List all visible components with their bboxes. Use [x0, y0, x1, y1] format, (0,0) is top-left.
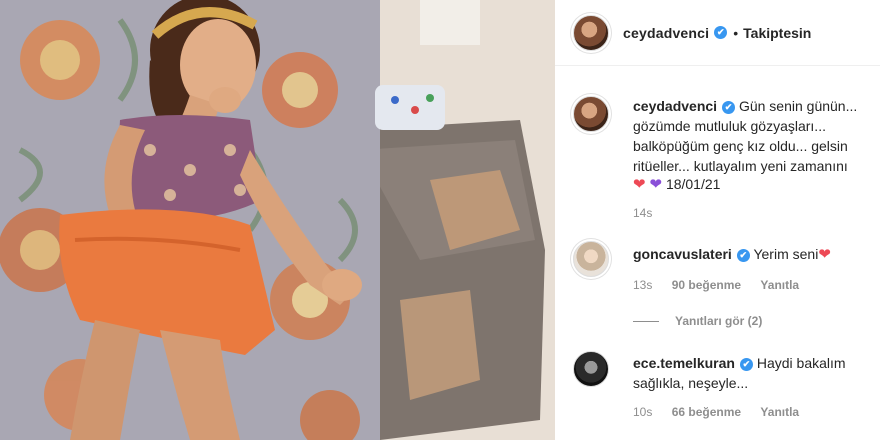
caption-date: 18/01/21 [665, 176, 721, 192]
comment-ece-temelkuran: ece.temelkuran ✔ Haydi bakalım sağlıkla, … [573, 351, 880, 431]
comment-likes[interactable]: 66 beğenme [672, 405, 741, 419]
post-photo-illustration [0, 0, 555, 440]
caption-text-4: ritüeller... kutlayalım yeni zamanını [633, 158, 848, 174]
caption-line-1: ceydadvenci ✔ Gün senin günün... [633, 96, 880, 116]
commenter-avatar[interactable] [573, 241, 609, 277]
post-header: ceydadvenci ✔ • Takiptesin [555, 0, 880, 66]
comment-time[interactable]: 13s [633, 278, 652, 292]
comment-body-2: sağlıkla, neşeyle... [633, 375, 749, 391]
separator-dot: • [733, 24, 739, 41]
view-replies-label[interactable]: Yanıtları gör (2) [675, 314, 762, 328]
reply-button[interactable]: Yanıtla [760, 278, 799, 292]
caption-meta: 14s [633, 206, 668, 220]
caption-text-2: gözümde mutluluk gözyaşları... [633, 118, 826, 134]
author-avatar[interactable] [573, 14, 609, 51]
comment-time[interactable]: 10s [633, 405, 652, 419]
verified-badge-icon: ✔ [736, 249, 750, 262]
caption-text-1: Gün senin günün... [738, 98, 858, 114]
caption-text-5: ❤ ❤ 18/01/21 [633, 174, 880, 195]
author-username[interactable]: ceydadvenci [623, 25, 709, 41]
post-sidebar: ceydadvenci ✔ • Takiptesin ceydadvenci ✔ … [555, 0, 880, 440]
replies-divider [633, 320, 659, 322]
caption-time[interactable]: 14s [633, 206, 652, 220]
view-replies-button[interactable]: Yanıtları gör (2) [633, 314, 762, 328]
caption-text-3: balköpüğüm genç kız oldu... gelsin [633, 138, 848, 154]
verified-badge-icon: ✔ [714, 26, 728, 39]
verified-badge-icon: ✔ [739, 358, 753, 371]
caption-author-avatar[interactable] [573, 96, 609, 132]
comment-meta: 10s 66 beğenme Yanıtla [633, 405, 815, 419]
caption-username[interactable]: ceydadvenci [633, 98, 717, 114]
commenter-username[interactable]: goncavuslateri [633, 246, 732, 262]
comment-text: goncavuslateri ✔ Yerim seni❤ [633, 244, 880, 265]
follow-status-button[interactable]: Takiptesin [743, 25, 811, 41]
red-heart-icon: ❤ [633, 176, 646, 193]
verified-badge-icon: ✔ [722, 101, 736, 114]
comment-meta: 13s 90 beğenme Yanıtla [633, 278, 815, 292]
red-heart-icon: ❤ [818, 246, 831, 263]
commenter-avatar[interactable] [573, 351, 609, 387]
purple-heart-icon: ❤ [649, 176, 663, 193]
commenter-username[interactable]: ece.temelkuran [633, 355, 735, 371]
comment-text: ece.temelkuran ✔ Haydi bakalım [633, 353, 880, 373]
comment-body-1: Haydi bakalım [756, 355, 846, 371]
caption: ceydadvenci ✔ Gün senin günün... gözümde … [573, 96, 880, 221]
post-photo [0, 0, 555, 440]
reply-button[interactable]: Yanıtla [760, 405, 799, 419]
comment-likes[interactable]: 90 beğenme [672, 278, 741, 292]
comment-body: Yerim seni [753, 246, 819, 262]
